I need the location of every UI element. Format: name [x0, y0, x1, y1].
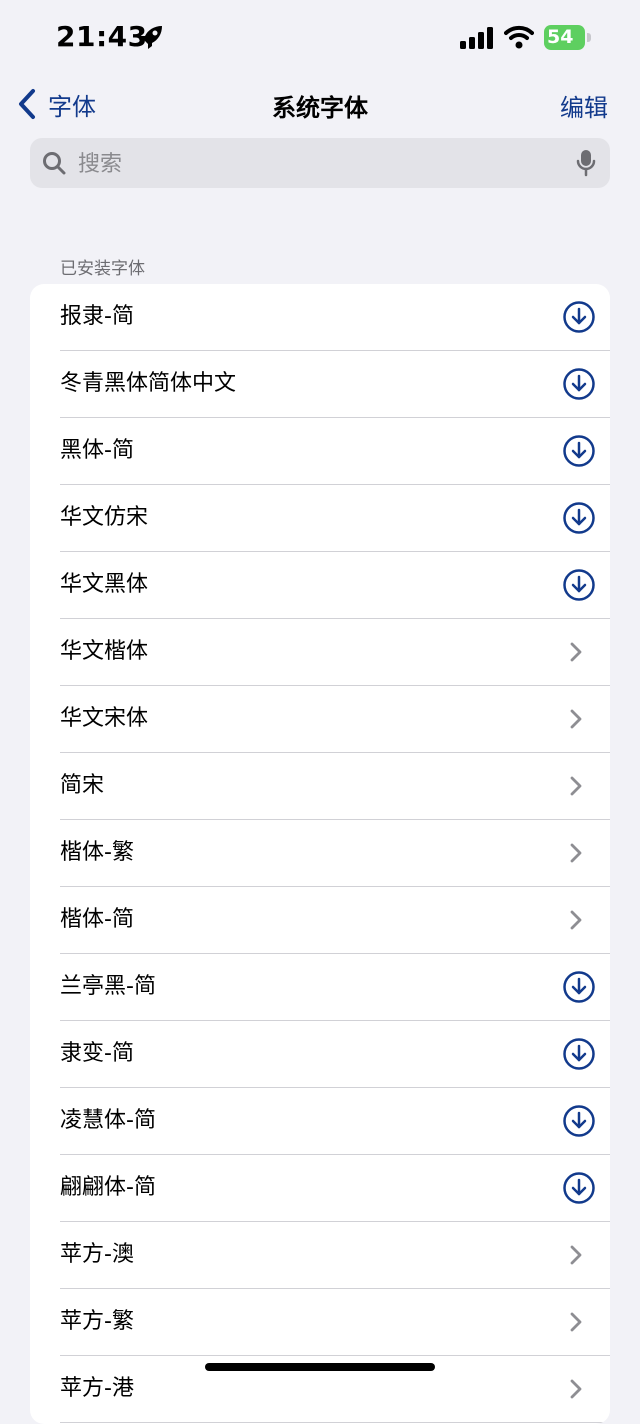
chevron-right-icon — [570, 776, 582, 800]
font-name: 翩翩体-简 — [60, 1175, 156, 1200]
battery-level: 54 — [547, 26, 574, 48]
status-bar: 21:43 54 — [0, 0, 640, 76]
installed-fonts-list: 报隶-简 冬青黑体简体中文 黑体-简 华文仿宋 华文黑体 华文楷体 华文宋体 简… — [30, 284, 610, 1424]
font-name: 苹方-澳 — [60, 1242, 134, 1267]
font-name: 华文宋体 — [60, 706, 149, 731]
font-row[interactable]: 简宋 — [60, 753, 610, 820]
chevron-right-icon — [570, 642, 582, 666]
font-row[interactable]: 楷体-简 — [60, 887, 610, 954]
chevron-right-icon — [570, 1245, 582, 1269]
download-icon[interactable] — [563, 1038, 595, 1074]
chevron-right-icon — [570, 1312, 582, 1336]
font-row[interactable]: 黑体-简 — [60, 418, 610, 485]
font-row[interactable]: 凌慧体-简 — [60, 1088, 610, 1155]
edit-button[interactable]: 编辑 — [560, 88, 608, 123]
font-row[interactable]: 兰亭黑-简 — [60, 954, 610, 1021]
download-icon[interactable] — [563, 1172, 595, 1208]
download-icon[interactable] — [563, 502, 595, 538]
font-name: 简宋 — [60, 773, 105, 798]
download-icon[interactable] — [563, 971, 595, 1007]
font-name: 楷体-繁 — [60, 840, 134, 865]
font-name: 隶变-简 — [60, 1041, 134, 1066]
section-header: 已安装字体 — [60, 259, 145, 279]
battery-icon: 54 — [544, 25, 592, 50]
wifi-icon — [504, 25, 534, 53]
navigation-bar: 字体 系统字体 编辑 — [0, 76, 640, 132]
font-row[interactable]: 华文楷体 — [60, 619, 610, 686]
font-row[interactable]: 苹方-澳 — [60, 1222, 610, 1289]
font-row[interactable]: 报隶-简 — [60, 284, 610, 351]
page-title: 系统字体 — [272, 94, 368, 122]
download-icon[interactable] — [563, 368, 595, 404]
rocket-icon — [138, 24, 164, 54]
font-row[interactable]: 华文黑体 — [60, 552, 610, 619]
font-row[interactable]: 华文宋体 — [60, 686, 610, 753]
search-input[interactable] — [76, 138, 560, 190]
microphone-icon[interactable] — [576, 149, 596, 181]
font-row[interactable]: 翩翩体-简 — [60, 1155, 610, 1222]
font-row[interactable]: 楷体-繁 — [60, 820, 610, 887]
font-name: 楷体-简 — [60, 907, 134, 932]
font-name: 苹方-港 — [60, 1376, 134, 1401]
chevron-right-icon — [570, 709, 582, 733]
font-row[interactable]: 冬青黑体简体中文 — [60, 351, 610, 418]
download-icon[interactable] — [563, 1105, 595, 1141]
font-name: 兰亭黑-简 — [60, 974, 156, 999]
search-icon — [42, 151, 66, 179]
chevron-right-icon — [570, 910, 582, 934]
status-time: 21:43 — [56, 20, 148, 53]
cellular-signal-icon — [460, 27, 494, 53]
chevron-right-icon — [570, 843, 582, 867]
font-name: 华文楷体 — [60, 639, 149, 664]
font-name: 报隶-简 — [60, 304, 134, 329]
font-row[interactable]: 华文仿宋 — [60, 485, 610, 552]
font-name: 冬青黑体简体中文 — [60, 371, 237, 396]
font-row[interactable]: 苹方-繁 — [60, 1289, 610, 1356]
font-name: 华文仿宋 — [60, 505, 149, 530]
search-bar — [30, 138, 610, 190]
home-indicator — [205, 1363, 435, 1371]
download-icon[interactable] — [563, 301, 595, 337]
font-name: 苹方-繁 — [60, 1309, 134, 1334]
download-icon[interactable] — [563, 435, 595, 471]
font-name: 凌慧体-简 — [60, 1108, 156, 1133]
font-name: 黑体-简 — [60, 438, 134, 463]
chevron-right-icon — [570, 1379, 582, 1403]
download-icon[interactable] — [563, 569, 595, 605]
font-name: 华文黑体 — [60, 572, 149, 597]
font-row[interactable]: 隶变-简 — [60, 1021, 610, 1088]
